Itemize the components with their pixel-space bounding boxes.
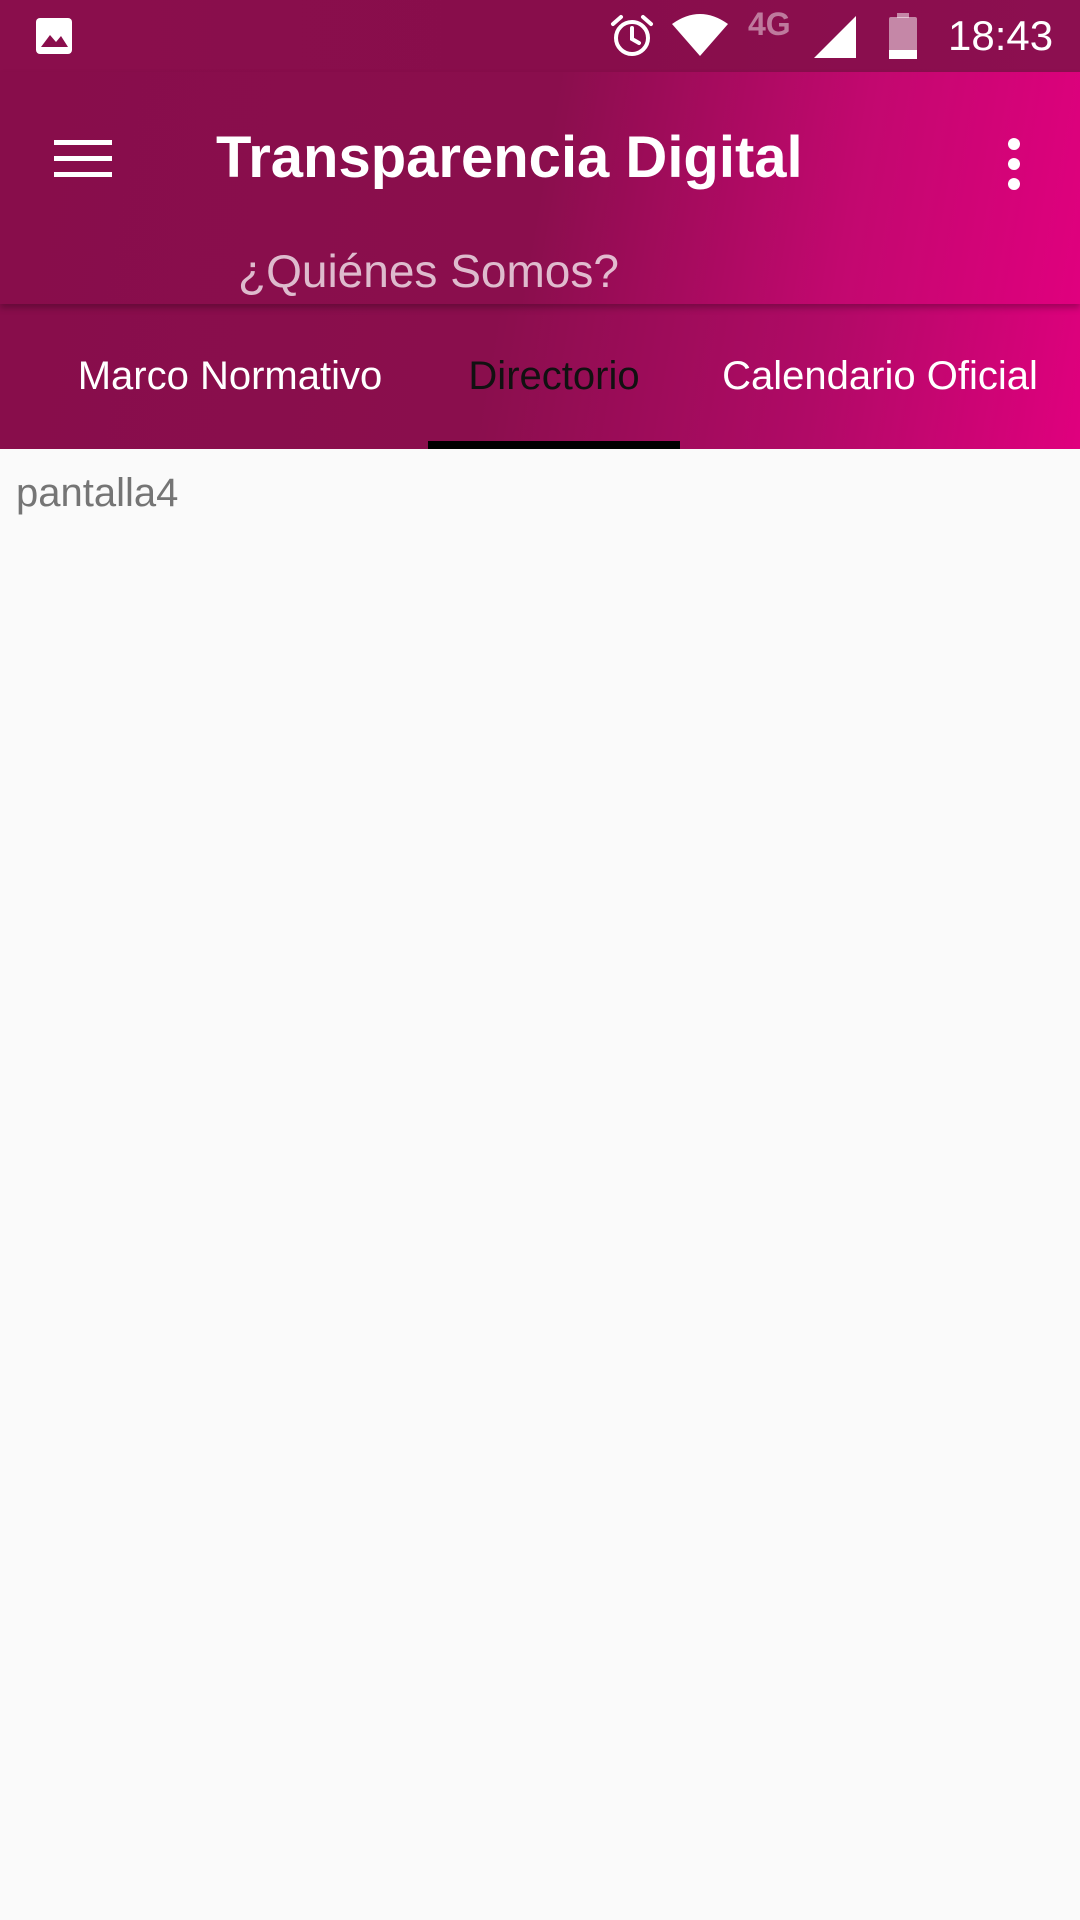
network-type-label: 4G xyxy=(748,6,791,42)
tab-calendario-oficial[interactable]: Calendario Oficial xyxy=(700,304,1060,449)
content-area: pantalla4 xyxy=(0,449,1080,1920)
cellular-signal-icon xyxy=(814,16,856,58)
content-text: pantalla4 xyxy=(16,471,179,515)
wifi-icon xyxy=(672,14,728,56)
overflow-menu-button[interactable] xyxy=(990,128,1038,200)
app-title: Transparencia Digital xyxy=(216,125,803,190)
app-bar: Transparencia Digital ¿Quiénes Somos? xyxy=(0,72,1080,304)
battery-icon xyxy=(889,13,917,59)
tab-directorio[interactable]: Directorio xyxy=(428,304,680,449)
tab-bar: Marco Normativo Directorio Calendario Of… xyxy=(0,304,1080,449)
hamburger-menu-icon xyxy=(54,140,112,177)
navigation-drawer-button[interactable] xyxy=(40,116,126,202)
tab-marco-normativo[interactable]: Marco Normativo xyxy=(40,304,420,449)
more-vert-icon xyxy=(1008,138,1020,190)
status-clock: 18:43 xyxy=(948,12,1054,59)
app-subtitle: ¿Quiénes Somos? xyxy=(238,245,619,297)
screen: 4G 18:43 Transparencia Digital ¿Quiénes … xyxy=(0,0,1080,1920)
alarm-clock-icon xyxy=(611,15,653,56)
status-bar: 4G 18:43 xyxy=(0,0,1080,72)
selected-tab-indicator xyxy=(428,441,680,449)
image-icon xyxy=(36,18,72,54)
